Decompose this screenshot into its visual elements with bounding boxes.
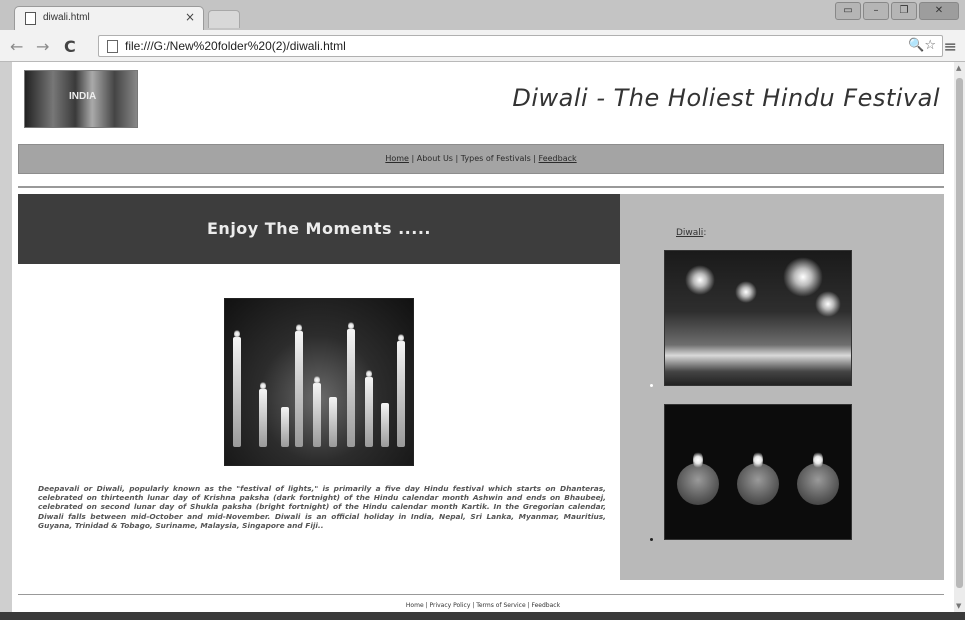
nav-link-feedback[interactable]: Feedback	[539, 154, 577, 163]
reload-icon[interactable]: C	[64, 37, 76, 56]
vertical-scrollbar[interactable]: ▲ ▼	[954, 62, 965, 614]
browser-tab[interactable]: diwali.html ×	[14, 6, 204, 30]
nav-link-home[interactable]: Home	[385, 154, 409, 163]
url-text[interactable]: file:///G:/New%20folder%20(2)/diwali.htm…	[125, 39, 346, 53]
logo-text: INDIA	[69, 91, 97, 102]
divider	[18, 186, 944, 188]
os-taskbar	[0, 612, 965, 620]
page-viewport: INDIA Diwali - The Holiest Hindu Festiva…	[12, 62, 954, 614]
diyas-photo	[664, 404, 852, 540]
sidebar: Diwali:	[620, 194, 944, 580]
new-tab-button[interactable]	[208, 10, 240, 28]
back-icon[interactable]: ←	[10, 37, 23, 56]
sidebar-heading-link[interactable]: Diwali	[676, 228, 703, 238]
nav-separator: |	[533, 154, 536, 163]
nav-link-about[interactable]: About Us	[417, 154, 453, 163]
scroll-down-icon[interactable]: ▼	[956, 602, 961, 610]
nav-link-types[interactable]: Types of Festivals	[461, 154, 531, 163]
sidebar-heading-colon: :	[703, 228, 707, 238]
window-controls: ▭ – ❐ ✕	[835, 2, 959, 20]
site-logo: INDIA	[24, 70, 138, 128]
close-tab-icon[interactable]: ×	[185, 10, 195, 24]
zoom-and-bookmark-star-icon[interactable]: 🔍☆	[908, 38, 936, 53]
page-icon	[25, 12, 36, 25]
address-bar[interactable]: file:///G:/New%20folder%20(2)/diwali.htm…	[98, 35, 943, 57]
scroll-thumb[interactable]	[956, 78, 963, 588]
forward-icon[interactable]: →	[36, 37, 49, 56]
festival-description: Deepavali or Diwali, popularly known as …	[38, 484, 606, 530]
list-bullet	[650, 538, 653, 541]
fireworks-photo	[664, 250, 852, 386]
maximize-button[interactable]: ❐	[891, 2, 917, 20]
site-navbar: Home | About Us | Types of Festivals | F…	[18, 144, 944, 174]
sidebar-heading: Diwali:	[676, 228, 706, 238]
tab-title: diwali.html	[43, 12, 90, 23]
scroll-up-icon[interactable]: ▲	[956, 64, 961, 72]
site-title: Diwali - The Holiest Hindu Festival	[512, 84, 940, 112]
browser-toolbar: ← → C file:///G:/New%20folder%20(2)/diwa…	[0, 30, 965, 62]
banner-heading: Enjoy The Moments .....	[18, 194, 620, 264]
nav-separator: |	[411, 154, 415, 163]
menu-icon[interactable]: ≡	[944, 37, 957, 56]
candles-photo	[224, 298, 414, 466]
footer-divider	[18, 594, 944, 595]
list-bullet	[650, 384, 653, 387]
nav-separator: |	[455, 154, 459, 163]
footer-links[interactable]: Home | Privacy Policy | Terms of Service…	[12, 602, 954, 609]
minimize-button[interactable]: –	[863, 2, 889, 20]
browser-tab-bar: diwali.html × ▭ – ❐ ✕	[0, 0, 965, 30]
page-icon	[107, 40, 118, 53]
close-window-button[interactable]: ✕	[919, 2, 959, 20]
restore-icon[interactable]: ▭	[835, 2, 861, 20]
main-content: Enjoy The Moments ..... Deepavali or Diw…	[18, 194, 620, 580]
